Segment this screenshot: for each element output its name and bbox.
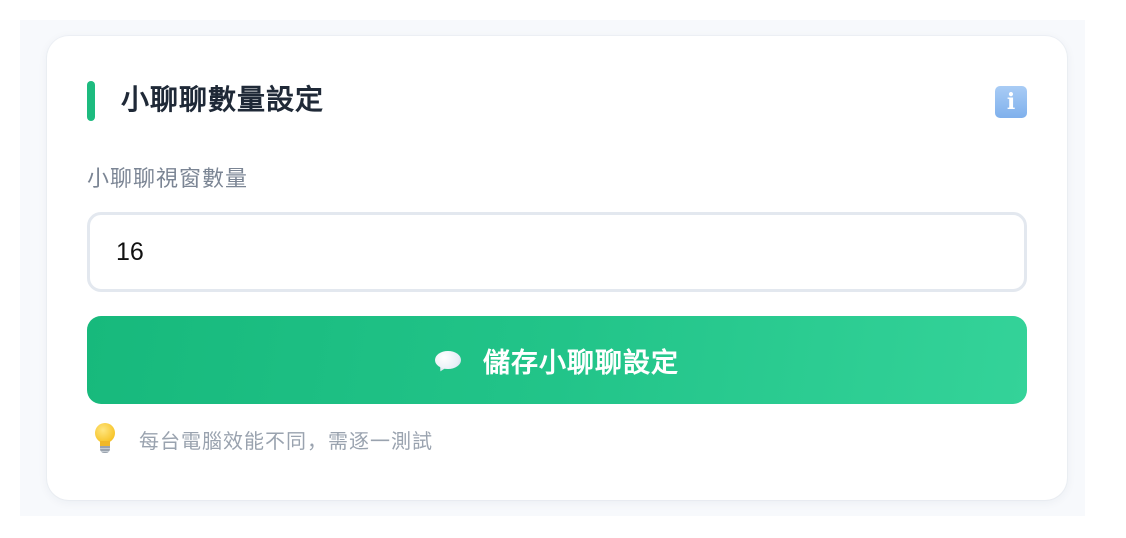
- section-header: 小聊聊數量設定 i: [87, 80, 1027, 122]
- tip-text: 每台電腦效能不同，需逐一測試: [139, 428, 433, 453]
- save-button-label: 儲存小聊聊設定: [483, 347, 679, 379]
- section-accent-bar: [87, 81, 95, 121]
- speech-bubble-icon: [435, 351, 461, 374]
- section-title: 小聊聊數量設定: [121, 83, 325, 116]
- chat-window-count-label: 小聊聊視窗數量: [87, 167, 249, 192]
- performance-tip: 每台電腦效能不同，需逐一測試: [87, 422, 433, 456]
- light-bulb-icon: [93, 423, 117, 455]
- save-chat-settings-button[interactable]: 儲存小聊聊設定: [87, 316, 1027, 404]
- chat-window-count-field[interactable]: [87, 212, 1027, 292]
- info-icon[interactable]: i: [995, 86, 1027, 118]
- chat-count-settings-card: 小聊聊數量設定 i 小聊聊視窗數量 儲存小聊聊設定 每台電腦效能不同，需逐一測試: [47, 36, 1067, 500]
- chat-window-count-input[interactable]: [116, 215, 996, 289]
